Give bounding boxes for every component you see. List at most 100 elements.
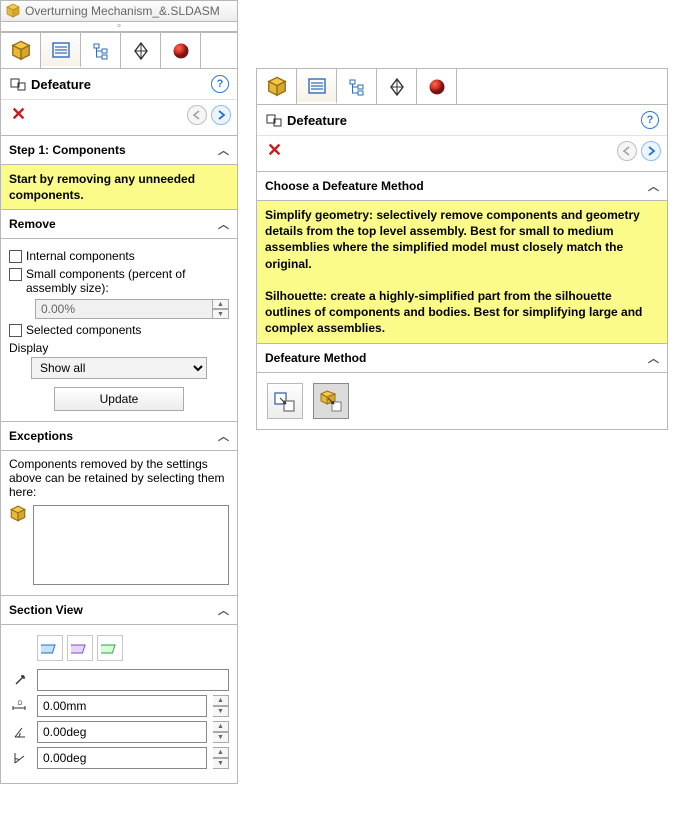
tree-icon bbox=[347, 77, 367, 97]
chevron-up-icon: ︿ bbox=[218, 216, 229, 232]
component-icon bbox=[9, 505, 27, 523]
section-distance-input[interactable] bbox=[37, 695, 207, 717]
display-label: Display bbox=[9, 341, 229, 355]
internal-components-label: Internal components bbox=[26, 249, 135, 263]
tab-assembly[interactable] bbox=[257, 69, 297, 104]
arrow-left-icon bbox=[191, 109, 203, 121]
panel-title: Defeature bbox=[27, 77, 211, 92]
angle-x-icon bbox=[12, 724, 28, 740]
prev-button[interactable] bbox=[617, 141, 637, 161]
step1-heading[interactable]: Step 1: Components ︿ bbox=[1, 136, 237, 165]
tab-strip bbox=[1, 33, 237, 69]
internal-components-checkbox[interactable] bbox=[9, 250, 22, 263]
chevron-up-icon: ︿ bbox=[218, 602, 229, 618]
angle2-spinner[interactable]: ▲▼ bbox=[213, 747, 229, 769]
grip-icon: ∘ bbox=[116, 21, 122, 32]
chevron-up-icon: ︿ bbox=[218, 142, 229, 158]
panel-title: Defeature bbox=[283, 113, 641, 128]
section-view-heading[interactable]: Section View ︿ bbox=[1, 596, 237, 625]
step1-heading-text: Step 1: Components bbox=[9, 143, 126, 157]
simplify-icon bbox=[272, 388, 298, 414]
choose-method-heading-text: Choose a Defeature Method bbox=[265, 179, 424, 193]
chevron-up-icon: ︿ bbox=[648, 178, 659, 194]
silhouette-icon bbox=[318, 388, 344, 414]
tab-tree[interactable] bbox=[81, 33, 121, 68]
window-title: Overturning Mechanism_&.SLDASM bbox=[25, 4, 220, 18]
plane-icon bbox=[71, 639, 89, 657]
tab-origin[interactable] bbox=[121, 33, 161, 68]
tab-strip bbox=[257, 69, 667, 105]
update-button[interactable]: Update bbox=[54, 387, 184, 411]
method-silhouette[interactable] bbox=[313, 383, 349, 419]
exceptions-text: Components removed by the settings above… bbox=[9, 457, 229, 499]
cancel-button[interactable]: ✕ bbox=[7, 104, 30, 125]
small-components-label: Small components (percent of assembly si… bbox=[26, 267, 229, 295]
remove-body: Internal components Small components (pe… bbox=[1, 239, 237, 422]
step1-note: Start by removing any unneeded component… bbox=[1, 165, 237, 210]
percent-input[interactable] bbox=[35, 299, 213, 319]
method-simplify-geometry[interactable] bbox=[267, 383, 303, 419]
small-components-checkbox[interactable] bbox=[9, 268, 22, 281]
panel-header: Defeature ? bbox=[1, 69, 237, 100]
choose-method-note: Simplify geometry: selectively remove co… bbox=[257, 201, 667, 344]
section-angle2-input[interactable] bbox=[37, 747, 207, 769]
defeature-method-heading[interactable]: Defeature Method ︿ bbox=[257, 344, 667, 373]
section-plane-front[interactable] bbox=[37, 635, 63, 661]
chevron-up-icon: ︿ bbox=[218, 428, 229, 444]
action-row: ✕ bbox=[1, 100, 237, 136]
panel-grip[interactable]: ∘ bbox=[0, 22, 238, 32]
tab-appearance[interactable] bbox=[417, 69, 457, 104]
prev-button[interactable] bbox=[187, 105, 207, 125]
arrow-right-icon bbox=[215, 109, 227, 121]
distance-spinner[interactable]: ▲▼ bbox=[213, 695, 229, 717]
section-view-body: D ▲▼ ▲▼ ▲▼ bbox=[1, 625, 237, 783]
tab-appearance[interactable] bbox=[161, 33, 201, 68]
defeature-method-heading-text: Defeature Method bbox=[265, 351, 366, 365]
section-angle1-input[interactable] bbox=[37, 721, 207, 743]
tab-tree[interactable] bbox=[337, 69, 377, 104]
tab-origin[interactable] bbox=[377, 69, 417, 104]
reverse-icon bbox=[12, 672, 28, 688]
angle1-spinner[interactable]: ▲▼ bbox=[213, 721, 229, 743]
tab-properties[interactable] bbox=[41, 33, 81, 68]
origin-icon bbox=[387, 77, 407, 97]
defeature-panel-right: Defeature ? ✕ Choose a Defeature Method … bbox=[256, 68, 668, 430]
tree-icon bbox=[91, 41, 111, 61]
cube-icon bbox=[10, 40, 32, 62]
section-plane-input[interactable] bbox=[37, 669, 229, 691]
remove-heading[interactable]: Remove ︿ bbox=[1, 210, 237, 239]
choose-method-heading[interactable]: Choose a Defeature Method ︿ bbox=[257, 172, 667, 201]
percent-spinner[interactable]: ▲▼ bbox=[213, 299, 229, 319]
defeature-icon bbox=[265, 111, 283, 129]
selected-components-checkbox[interactable] bbox=[9, 324, 22, 337]
display-select[interactable]: Show all bbox=[31, 357, 207, 379]
section-plane-right[interactable] bbox=[97, 635, 123, 661]
properties-icon bbox=[307, 76, 327, 96]
exceptions-heading[interactable]: Exceptions ︿ bbox=[1, 422, 237, 451]
arrow-right-icon bbox=[645, 145, 657, 157]
help-button[interactable]: ? bbox=[641, 111, 659, 129]
cancel-button[interactable]: ✕ bbox=[263, 140, 286, 161]
window-titlebar: Overturning Mechanism_&.SLDASM bbox=[0, 0, 238, 22]
next-button[interactable] bbox=[211, 105, 231, 125]
angle-y-icon bbox=[12, 750, 28, 766]
origin-icon bbox=[131, 41, 151, 61]
help-button[interactable]: ? bbox=[211, 75, 229, 93]
section-view-heading-text: Section View bbox=[9, 603, 83, 617]
plane-icon bbox=[101, 639, 119, 657]
exceptions-listbox[interactable] bbox=[33, 505, 229, 585]
tab-assembly[interactable] bbox=[1, 33, 41, 68]
next-button[interactable] bbox=[641, 141, 661, 161]
plane-icon bbox=[41, 639, 59, 657]
section-plane-top[interactable] bbox=[67, 635, 93, 661]
svg-text:D: D bbox=[18, 701, 23, 707]
properties-icon bbox=[51, 40, 71, 60]
arrow-left-icon bbox=[621, 145, 633, 157]
remove-heading-text: Remove bbox=[9, 217, 56, 231]
sphere-icon bbox=[427, 77, 447, 97]
method-buttons bbox=[257, 373, 667, 429]
action-row: ✕ bbox=[257, 136, 667, 172]
exceptions-body: Components removed by the settings above… bbox=[1, 451, 237, 596]
tab-properties[interactable] bbox=[297, 69, 337, 104]
assembly-icon bbox=[5, 3, 21, 19]
